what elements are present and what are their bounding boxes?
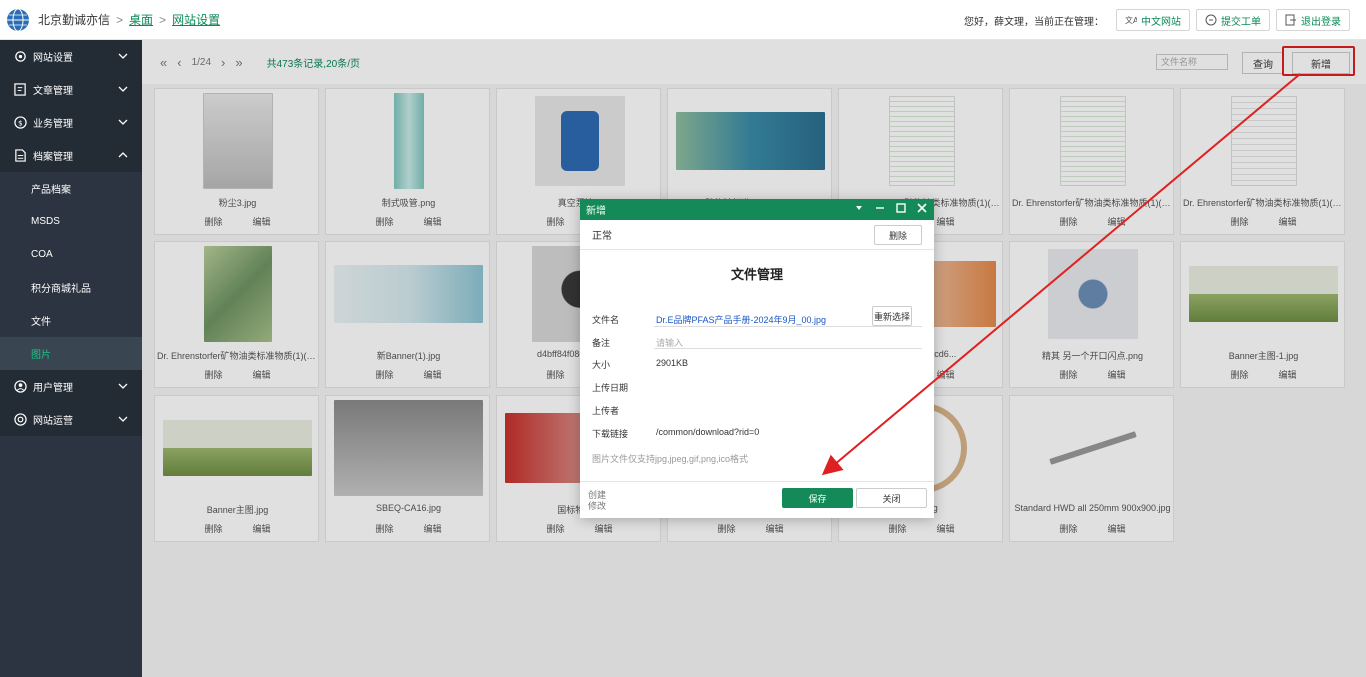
reselect-button[interactable]: 重新选择 [872,306,912,326]
sidebar-sub-images[interactable]: 图片 [0,337,142,370]
maximize-icon[interactable] [895,202,907,214]
size-label: 大小 [592,360,611,370]
brand-name: 北京勤诚亦信 [38,13,111,27]
logout-button[interactable]: 退出登录 [1276,9,1350,31]
breadcrumb-separator: > [159,12,167,27]
filename-underline [654,326,922,327]
chinese-site-label: 中文网站 [1141,16,1181,28]
dropdown-icon[interactable] [853,202,865,214]
file-manager-dialog: 新增 正常 删除 文件管理 文件名 Dr.E品牌PFAS产品手册-2024年9月… [580,199,934,518]
sidebar-item-site-settings[interactable]: 网站设置 [0,40,142,73]
sidebar-item-archives[interactable]: 档案管理 [0,139,142,172]
chinese-site-button[interactable]: 文A 中文网站 [1116,9,1190,31]
target-icon [14,413,27,426]
download-link-value[interactable]: /common/download?rid=0 [656,427,759,437]
sidebar-sub-msds[interactable]: MSDS [0,205,142,238]
close-button[interactable]: 关闭 [856,488,927,508]
chevron-down-icon [118,86,128,92]
dialog-titlebar: 新增 [580,199,934,220]
dollar-icon: $ [14,116,27,129]
logout-icon [1285,14,1296,26]
sidebar: 网站设置 文章管理 $ 业务管理 档案管理 产品档案 MSDS COA 积分商城… [0,40,142,677]
edit-icon [14,83,26,96]
chevron-down-icon [118,53,128,59]
logout-label: 退出登录 [1301,16,1341,28]
note-label: 备注 [592,338,611,348]
document-icon [15,149,26,162]
created-label: 创建 [588,490,607,500]
sidebar-sub-gifts[interactable]: 积分商城礼品 [0,271,142,304]
sidebar-item-label: 业务管理 [33,119,73,130]
note-underline [654,348,922,349]
sidebar-item-business[interactable]: $ 业务管理 [0,106,142,139]
upload-date-label: 上传日期 [592,383,629,393]
sidebar-item-operations[interactable]: 网站运营 [0,403,142,436]
ticket-icon [1205,14,1217,26]
breadcrumb-separator: > [116,12,124,27]
user-icon [14,380,27,393]
top-bar: 北京勤诚亦信 > 桌面 > 网站设置 您好，薛文理，当前正在管理： 文A 中文网… [0,0,1366,40]
sidebar-item-users[interactable]: 用户管理 [0,370,142,403]
download-link-label: 下载链接 [592,429,629,439]
chevron-down-icon [118,119,128,125]
sidebar-item-label: 网站设置 [33,53,73,64]
sidebar-item-label: 用户管理 [33,383,73,394]
sidebar-sub-product-archive[interactable]: 产品档案 [0,172,142,205]
breadcrumb-site-settings[interactable]: 网站设置 [172,11,220,28]
size-value: 2901KB [656,358,689,368]
sidebar-item-label: 档案管理 [33,152,73,163]
dialog-heading: 文件管理 [730,267,783,282]
chevron-up-icon [118,152,128,158]
sidebar-item-label: 网站运营 [33,416,73,427]
dialog-status-bar: 正常 删除 [580,220,934,250]
gear-icon [15,51,26,62]
modified-label: 修改 [588,501,607,511]
dialog-footer: 创建 修改 保存 关闭 [580,481,934,518]
sidebar-sub-coa[interactable]: COA [0,238,142,271]
submit-ticket-label: 提交工单 [1221,16,1261,28]
breadcrumb-desktop[interactable]: 桌面 [129,11,153,28]
footer-meta: 创建 修改 [588,490,606,512]
close-icon[interactable] [916,202,928,214]
save-button[interactable]: 保存 [782,488,853,508]
format-hint: 图片文件仅支持jpg,jpeg,gif,png,ico格式 [592,454,749,464]
status-text: 正常 [592,231,612,242]
greeting-text: 您好，薛文理，当前正在管理： [964,16,1104,28]
uploader-label: 上传者 [592,406,620,416]
translate-icon: 文A [1125,15,1137,25]
chevron-down-icon [118,416,128,422]
filename-label: 文件名 [592,315,620,325]
dialog-title: 新增 [586,206,606,217]
dialog-delete-button[interactable]: 删除 [874,225,922,245]
sidebar-item-label: 文章管理 [33,86,73,97]
svg-text:文A: 文A [1125,15,1137,25]
svg-text:$: $ [18,118,23,127]
filename-value[interactable]: Dr.E品牌PFAS产品手册-2024年9月_00.jpg [656,313,826,326]
sidebar-item-articles[interactable]: 文章管理 [0,73,142,106]
sidebar-sub-files[interactable]: 文件 [0,304,142,337]
minimize-icon[interactable] [874,202,886,214]
chevron-down-icon [118,383,128,389]
submit-ticket-button[interactable]: 提交工单 [1196,9,1270,31]
globe-logo-icon [7,8,29,31]
